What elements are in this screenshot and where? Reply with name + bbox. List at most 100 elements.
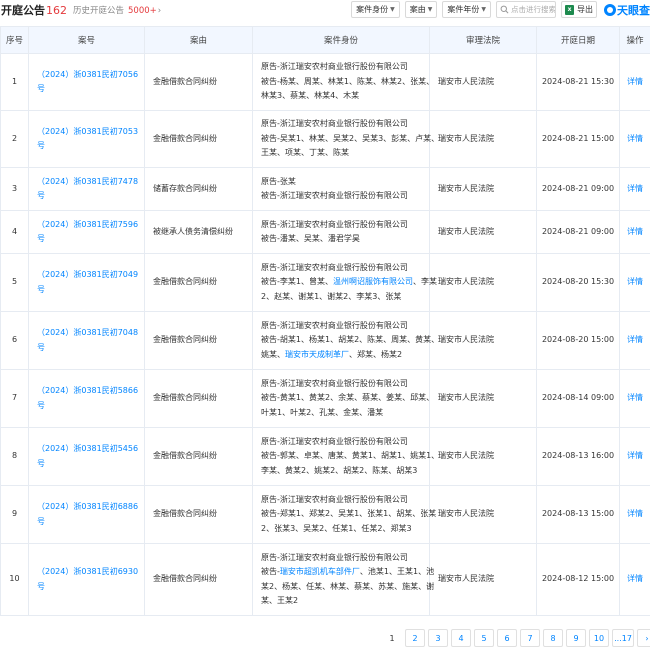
page-button[interactable]: 3 (428, 629, 448, 647)
details-link[interactable]: 详情 (619, 485, 650, 544)
page-button[interactable]: 7 (520, 629, 540, 647)
party-line: 被告-浙江瑞安农村商业银行股份有限公司 (261, 189, 426, 204)
party-line: 某、王某2 (261, 594, 426, 609)
page-button[interactable]: 4 (451, 629, 471, 647)
row-index: 10 (0, 543, 29, 616)
details-link[interactable]: 详情 (619, 167, 650, 211)
case-number-link[interactable]: （2024）浙0381民初7478号 (28, 167, 145, 211)
party-text: 原告-浙江瑞安农村商业银行股份有限公司 (261, 320, 408, 330)
party-line: 被告-瑞安市超凯机车部件厂、池某1、王某1、池 (261, 565, 434, 580)
excel-icon: x (565, 4, 574, 15)
case-number-link[interactable]: （2024）浙0381民初7048号 (28, 311, 145, 370)
case-parties: 原告-浙江瑞安农村商业银行股份有限公司 被告-潘某、吴某、潘君学昊 (252, 210, 430, 254)
court-name: 瑞安市人民法院 (429, 427, 537, 486)
page-button[interactable]: 2 (405, 629, 425, 647)
party-line: 被告-胡某1、杨某1、胡某2、陈某、周某、黄某、 (261, 333, 439, 348)
column-header-cause: 案由 (144, 26, 253, 54)
page-button[interactable]: 8 (543, 629, 563, 647)
case-number-link[interactable]: （2024）浙0381民初5866号 (28, 369, 145, 428)
hearing-date: 2024-08-21 15:30 (536, 53, 620, 111)
company-link[interactable]: 瑞安市天成制革厂 (285, 350, 349, 359)
party-line: 2、张某3、吴某2、任某1、任某2、郑某3 (261, 522, 426, 537)
case-cause: 金融借款合同纠纷 (144, 485, 253, 544)
details-link[interactable]: 详情 (619, 110, 650, 168)
company-link[interactable]: 瑞安市超凯机车部件厂 (280, 567, 360, 576)
court-name: 瑞安市人民法院 (429, 253, 537, 312)
export-button[interactable]: x 导出 (561, 1, 597, 18)
details-link[interactable]: 详情 (619, 311, 650, 370)
party-text: 姚某、 (261, 349, 285, 359)
party-text: 叶某1、叶某2、孔某、金某、潘某 (261, 407, 384, 417)
case-number-link[interactable]: （2024）浙0381民初7049号 (28, 253, 145, 312)
party-line: 被告-杨某、周某、林某1、陈某、林某2、张某、 (261, 75, 434, 90)
party-line: 某2、杨某、任某、林某、蔡某、苏某、施某、谢 (261, 580, 434, 595)
case-number-link[interactable]: （2024）浙0381民初7056号 (28, 53, 145, 111)
case-parties: 原告-浙江瑞安农村商业银行股份有限公司被告-杨某、周某、林某1、陈某、林某2、张… (252, 53, 434, 111)
details-link[interactable]: 详情 (619, 369, 650, 428)
party-text: 原告-浙江瑞安农村商业银行股份有限公司 (261, 119, 408, 129)
row-index: 2 (0, 110, 29, 168)
party-line: 姚某、瑞安市天成制革厂、郑某、杨某2 (261, 348, 426, 363)
next-page-button[interactable]: › (637, 629, 650, 647)
party-line: 被告-吴某1、林某、吴某2、吴某3、彭某、卢某、 (261, 132, 439, 147)
case-number-link[interactable]: （2024）浙0381民初6930号 (28, 543, 145, 616)
party-line: 被告-潘某、吴某、潘君学昊 (261, 232, 426, 247)
page-button[interactable]: ...17 (612, 629, 634, 647)
page-button[interactable]: 6 (497, 629, 517, 647)
search-icon (500, 5, 509, 14)
hearing-date: 2024-08-12 15:00 (536, 543, 620, 616)
details-link[interactable]: 详情 (619, 53, 650, 111)
case-parties: 原告-张某 被告-浙江瑞安农村商业银行股份有限公司 (252, 167, 430, 211)
search-input[interactable]: 点击进行搜索 (496, 1, 556, 18)
party-line: 王某、项某、丁某、陈某 (261, 146, 426, 161)
party-text: 被告-郭某、卓某、唐某、黄某1、胡某1、姚某1、 (261, 451, 440, 461)
party-text: 被告-吴某1、林某、吴某2、吴某3、彭某、卢某、 (261, 133, 440, 143)
party-line: 原告-浙江瑞安农村商业银行股份有限公司 (261, 319, 426, 334)
party-text: 被告- (261, 567, 280, 576)
table-row: 10 （2024）浙0381民初6930号 金融借款合同纠纷 原告-浙江瑞安农村商业银… (0, 543, 650, 616)
party-line: 原告-浙江瑞安农村商业银行股份有限公司 (261, 493, 426, 508)
page-button[interactable]: 9 (566, 629, 586, 647)
company-link[interactable]: 温州啊诏服饰有限公司 (333, 277, 413, 286)
party-text: 原告-浙江瑞安农村商业银行股份有限公司 (261, 62, 408, 72)
filter-year-dropdown[interactable]: 案件年份 ▼ (442, 1, 491, 18)
party-text: 李某、黄某2、姚某2、胡某2、陈某、胡某3 (261, 465, 418, 475)
header-bar: 开庭公告162 历史开庭公告 5000+› 案件身份 ▼ 案由 ▼ 案件年份 ▼ 点击进… (0, 0, 650, 20)
court-name: 瑞安市人民法院 (429, 110, 537, 168)
party-line: 原告-浙江瑞安农村商业银行股份有限公司 (261, 435, 426, 450)
history-link[interactable]: 历史开庭公告 5000+› (73, 4, 161, 16)
case-number-link[interactable]: （2024）浙0381民初6886号 (28, 485, 145, 544)
party-text: 原告-浙江瑞安农村商业银行股份有限公司 (261, 262, 408, 272)
court-name: 瑞安市人民法院 (429, 210, 537, 254)
court-name: 瑞安市人民法院 (429, 485, 537, 544)
hearing-date: 2024-08-21 15:00 (536, 110, 620, 168)
page-button[interactable]: 5 (474, 629, 494, 647)
filter-case-identity-dropdown[interactable]: 案件身份 ▼ (351, 1, 400, 18)
filter-cause-dropdown[interactable]: 案由 ▼ (404, 1, 438, 18)
party-text: 某2、杨某、任某、林某、蔡某、苏某、施某、谢 (261, 581, 435, 591)
case-number-link[interactable]: （2024）浙0381民初7596号 (28, 210, 145, 254)
table-row: 2 （2024）浙0381民初7053号 金融借款合同纠纷 原告-浙江瑞安农村商业银行… (0, 110, 650, 168)
party-text: 原告-浙江瑞安农村商业银行股份有限公司 (261, 494, 408, 504)
column-header-parties: 案件身份 (252, 26, 430, 54)
case-parties: 原告-浙江瑞安农村商业银行股份有限公司 被告-郭某、卓某、唐某、黄某1、胡某1、姚… (252, 427, 439, 486)
party-line: 原告-浙江瑞安农村商业银行股份有限公司 (261, 117, 426, 132)
table-row: 6 （2024）浙0381民初7048号 金融借款合同纠纷 原告-浙江瑞安农村商业银行… (0, 311, 650, 370)
case-number-link[interactable]: （2024）浙0381民初5456号 (28, 427, 145, 486)
case-parties: 原告-浙江瑞安农村商业银行股份有限公司被告-胡某1、杨某1、胡某2、陈某、周某、… (252, 311, 439, 370)
row-index: 4 (0, 210, 29, 254)
table-row: 9 （2024）浙0381民初6886号 金融借款合同纠纷 原告-浙江瑞安农村商业银行… (0, 485, 650, 544)
party-text: 、李某 (412, 277, 437, 287)
court-name: 瑞安市人民法院 (429, 311, 537, 370)
details-link[interactable]: 详情 (619, 210, 650, 254)
party-line: 被告-郑某1、郑某2、吴某1、张某1、胡某、张某 (261, 507, 436, 522)
page-button[interactable]: 1 (382, 629, 402, 647)
caret-down-icon: ▼ (481, 6, 486, 13)
details-link[interactable]: 详情 (619, 543, 650, 616)
details-link[interactable]: 详情 (619, 427, 650, 486)
page-button[interactable]: 10 (589, 629, 609, 647)
case-number-link[interactable]: （2024）浙0381民初7053号 (28, 110, 145, 168)
details-link[interactable]: 详情 (619, 253, 650, 312)
announcement-count: 162 (46, 4, 67, 17)
party-text: 被告-潘某、吴某、潘君学昊 (261, 234, 360, 243)
